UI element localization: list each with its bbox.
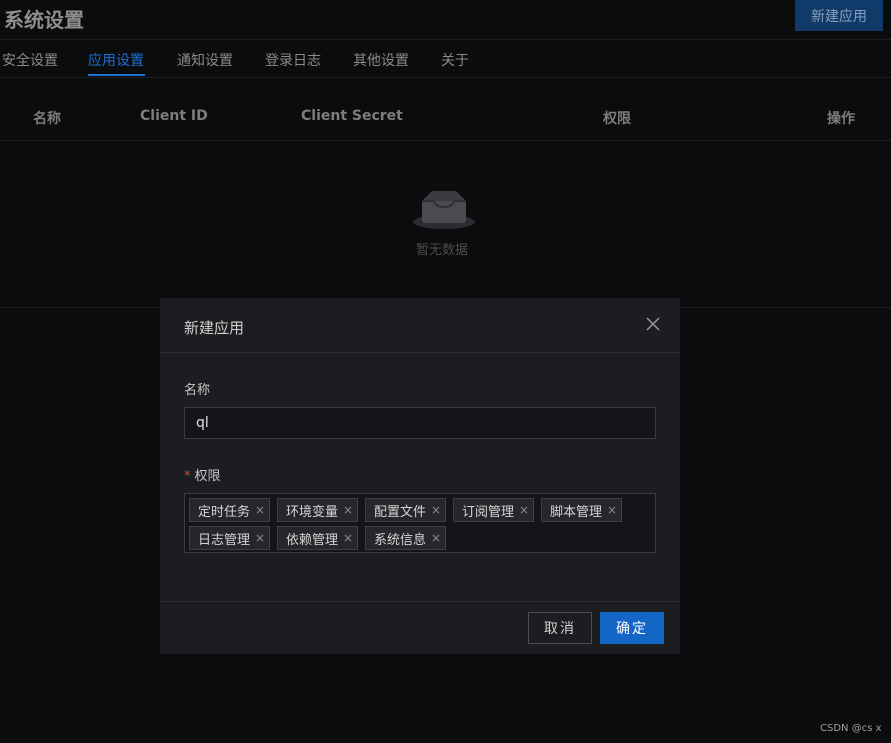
tab-app-settings[interactable]: 应用设置 [88, 50, 144, 70]
permission-tag: 环境变量 × [277, 498, 359, 522]
page-title: 系统设置 [4, 8, 84, 32]
tag-close-icon[interactable]: × [607, 504, 617, 516]
tab-notification-settings[interactable]: 通知设置 [177, 50, 233, 70]
tab-about[interactable]: 关于 [441, 50, 469, 70]
tag-close-icon[interactable]: × [255, 504, 265, 516]
permission-label-text: 权限 [194, 469, 221, 484]
column-client-secret: Client Secret [301, 108, 403, 124]
permission-tag-label: 依赖管理 [286, 532, 339, 548]
permission-tag: 系统信息 × [365, 526, 447, 550]
permission-tag-label: 日志管理 [198, 532, 251, 548]
new-app-button[interactable]: 新建应用 [795, 0, 883, 31]
column-name: 名称 [33, 111, 61, 127]
tag-close-icon[interactable]: × [431, 532, 441, 544]
permission-tag-label: 系统信息 [374, 532, 427, 548]
settings-page: 系统设置 新建应用 安全设置 应用设置 通知设置 登录日志 其他设置 关于 名称… [0, 0, 891, 743]
permission-tag: 订阅管理 × [453, 498, 535, 522]
tag-close-icon[interactable]: × [343, 504, 353, 516]
watermark: CSDN @cs x [820, 723, 882, 734]
tag-close-icon[interactable]: × [431, 504, 441, 516]
tab-login-log[interactable]: 登录日志 [265, 50, 321, 70]
column-actions: 操作 [827, 111, 855, 127]
permission-tag: 脚本管理 × [541, 498, 623, 522]
tag-close-icon[interactable]: × [343, 532, 353, 544]
permission-tag: 定时任务 × [189, 498, 271, 522]
permission-select[interactable]: 定时任务 × 环境变量 × 配置文件 × 订阅管理 × 脚本管理 × 日志管理 × 依赖管理… [184, 493, 656, 553]
name-input[interactable] [184, 407, 656, 439]
dialog-title: 新建应用 [184, 319, 245, 337]
empty-text: 暂无数据 [416, 243, 469, 258]
active-tab-indicator [88, 74, 145, 76]
column-permissions: 权限 [603, 111, 631, 127]
tag-close-icon[interactable]: × [519, 504, 529, 516]
name-field-label: 名称 [184, 383, 211, 398]
column-client-id: Client ID [140, 108, 208, 124]
permission-tag-label: 配置文件 [374, 504, 427, 520]
confirm-button[interactable]: 确定 [600, 612, 664, 644]
permission-tag-label: 脚本管理 [550, 504, 603, 520]
dialog-footer: 取消 确定 [160, 601, 680, 654]
tag-close-icon[interactable]: × [255, 532, 265, 544]
tab-security-settings[interactable]: 安全设置 [2, 50, 58, 70]
required-mark: * [184, 469, 191, 484]
close-icon[interactable] [644, 315, 662, 333]
permission-tag: 日志管理 × [189, 526, 271, 550]
empty-box-icon [413, 191, 475, 229]
permission-tag: 配置文件 × [365, 498, 447, 522]
settings-tabs: 安全设置 应用设置 通知设置 登录日志 其他设置 关于 [0, 40, 891, 78]
table-empty-state: 暂无数据 [0, 141, 891, 308]
permission-tag-label: 定时任务 [198, 504, 251, 520]
permission-tag-label: 环境变量 [286, 504, 339, 520]
tab-other-settings[interactable]: 其他设置 [353, 50, 409, 70]
table-header: 名称 Client ID Client Secret 权限 操作 [0, 78, 891, 141]
permission-field-label: * 权限 [184, 465, 221, 484]
page-header: 系统设置 新建应用 [0, 0, 891, 40]
permission-tag: 依赖管理 × [277, 526, 359, 550]
new-app-dialog: 新建应用 名称 *权限 定时任务 × 环境变量 × 配置文件 × 订阅管理 × [160, 298, 680, 654]
permission-tag-label: 订阅管理 [462, 504, 515, 520]
cancel-button[interactable]: 取消 [528, 612, 592, 644]
dialog-header: 新建应用 [160, 298, 680, 353]
